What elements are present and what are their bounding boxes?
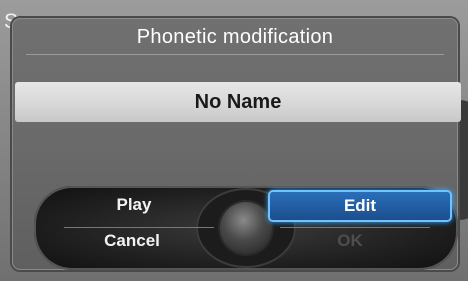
control-bar: Play Cancel Edit OK [34, 186, 458, 270]
cancel-button[interactable]: Cancel [72, 228, 192, 254]
name-value: No Name [194, 91, 282, 113]
phonetic-modification-dialog: Phonetic modification Play Cancel Edit O… [12, 18, 458, 270]
edit-button[interactable]: Edit [270, 192, 450, 220]
dialog-title: Phonetic modification [136, 26, 334, 48]
ok-button[interactable]: OK [290, 228, 410, 254]
title-divider [26, 54, 444, 55]
interface-dial-icon[interactable] [220, 202, 272, 254]
name-field[interactable]: No Name [15, 82, 461, 122]
play-button[interactable]: Play [84, 192, 184, 218]
